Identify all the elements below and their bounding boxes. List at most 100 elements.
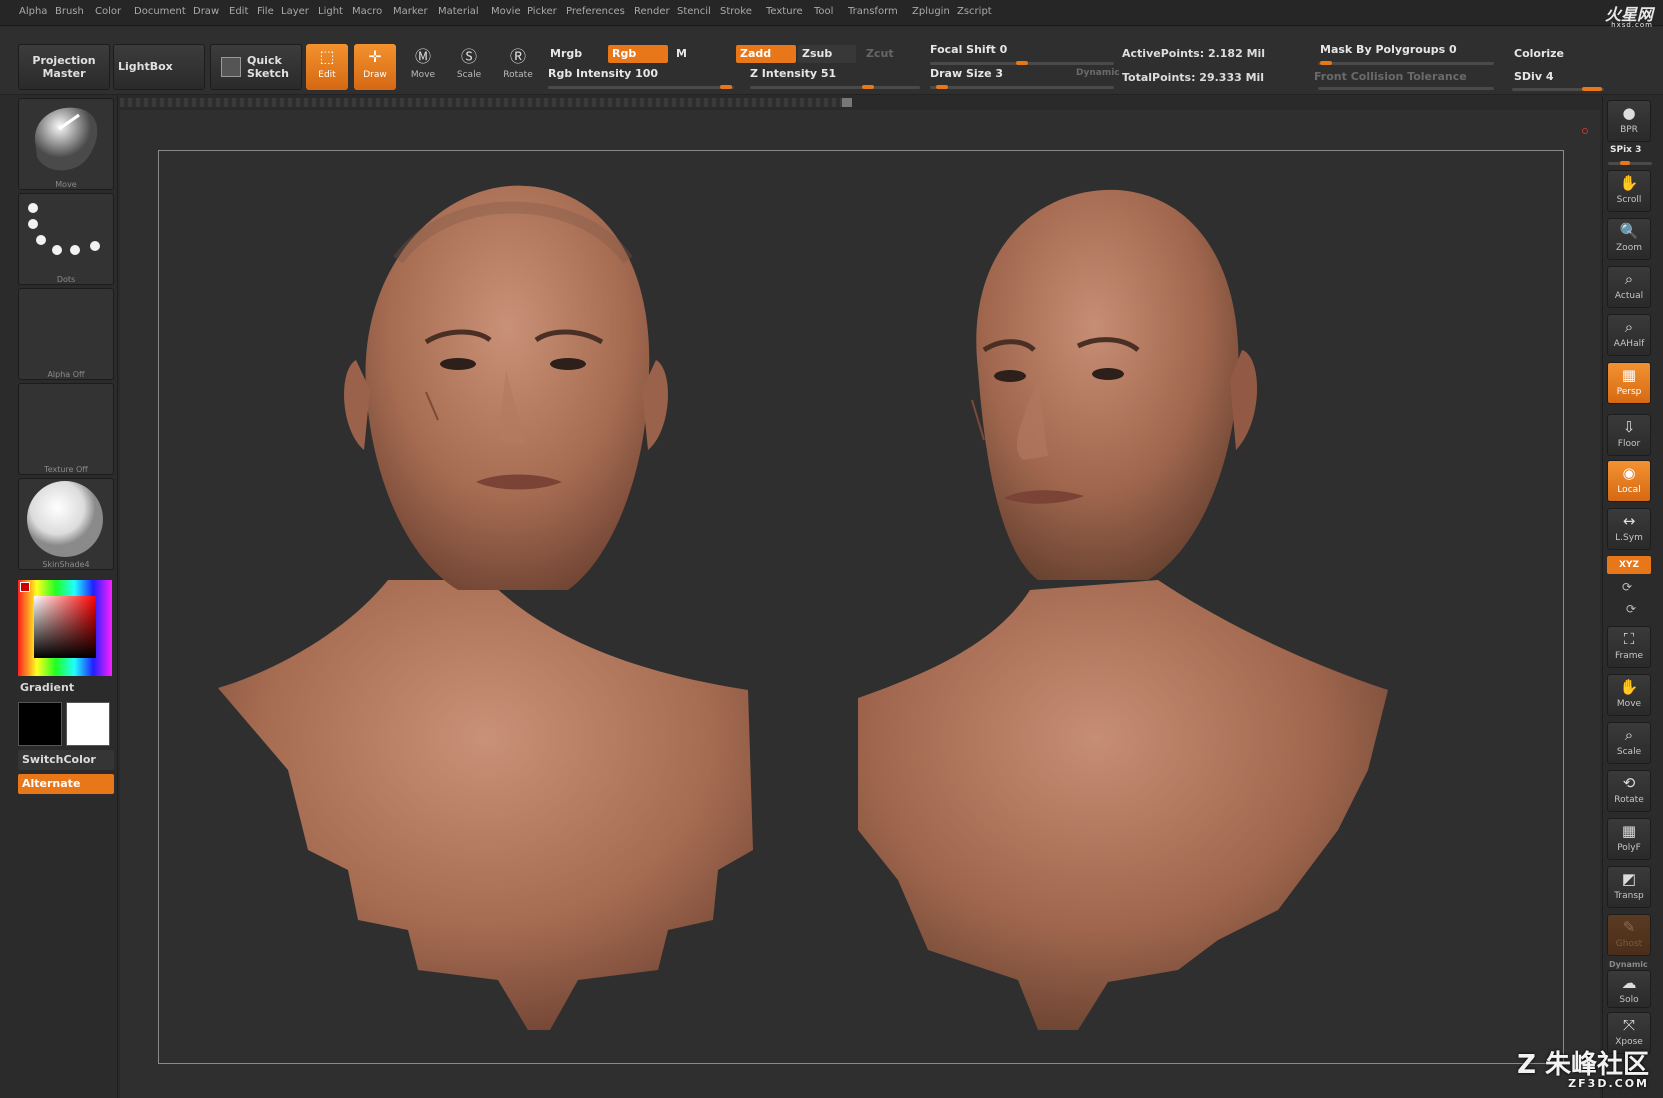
xyz-toggle[interactable]: XYZ (1607, 556, 1651, 574)
main-color-swatch[interactable] (18, 702, 62, 746)
lightbox-label: LightBox (118, 60, 173, 73)
rgb-toggle[interactable]: Rgb (608, 45, 668, 63)
mrgb-toggle[interactable]: Mrgb (546, 45, 606, 63)
lightbox-button[interactable]: LightBox (113, 44, 205, 90)
color-picker-square[interactable] (34, 596, 96, 658)
bpr-button[interactable]: ● BPR (1607, 100, 1651, 142)
material-thumbnail[interactable]: SkinShade4 (18, 478, 114, 570)
menu-draw[interactable]: Draw (193, 6, 219, 17)
scroll-button[interactable]: ✋ Scroll (1607, 170, 1651, 212)
menu-stencil[interactable]: Stencil (677, 6, 711, 17)
aahalf-button[interactable]: ⌕ AAHalf (1607, 314, 1651, 356)
menu-light[interactable]: Light (318, 6, 343, 17)
spix-handle[interactable] (1620, 161, 1630, 165)
frame-button[interactable]: ⛶ Frame (1607, 626, 1651, 668)
menu-zscript[interactable]: Zscript (957, 6, 992, 17)
sdiv-handle[interactable] (1582, 87, 1602, 91)
alternate-button[interactable]: Alternate (18, 774, 114, 794)
canvas-marker-dot (1582, 128, 1588, 134)
polyf-icon: ▦ (1621, 822, 1637, 840)
draw-size-label: Draw Size 3 (930, 67, 1004, 80)
edit-button[interactable]: ⬚ Edit (306, 44, 348, 90)
colorize-label[interactable]: Colorize (1514, 47, 1564, 60)
local-button[interactable]: ◉ Local (1607, 460, 1651, 502)
rotate-z-icon[interactable]: ⟳ (1626, 602, 1636, 616)
draw-icon: ✛ (368, 47, 382, 66)
primary-color-swatch[interactable] (20, 582, 30, 592)
menu-tool[interactable]: Tool (814, 6, 833, 17)
gradient-label[interactable]: Gradient (20, 681, 74, 694)
z-intensity-handle[interactable] (862, 85, 874, 89)
menu-color[interactable]: Color (95, 6, 121, 17)
toolbar-resize-handle[interactable] (842, 98, 852, 107)
rotate-y-icon[interactable]: ⟳ (1622, 580, 1632, 594)
quick-sketch-button[interactable]: Quick Sketch (210, 44, 302, 90)
texture-thumbnail[interactable]: Texture Off (18, 383, 114, 475)
move-view-button[interactable]: ✋ Move (1607, 674, 1651, 716)
rgb-intensity-slider[interactable] (548, 86, 734, 89)
dynamic-label[interactable]: Dynamic (1076, 68, 1120, 78)
zsub-toggle[interactable]: Zsub (798, 45, 856, 63)
bpr-icon: ● (1622, 104, 1636, 122)
solo-icon: ☁ (1621, 974, 1637, 992)
texture-caption: Texture Off (44, 465, 88, 474)
secondary-color-swatch[interactable] (66, 702, 110, 746)
move-tool-button[interactable]: Ⓜ Move (402, 44, 444, 90)
draw-button[interactable]: ✛ Draw (354, 44, 396, 90)
z-intensity-slider[interactable] (750, 86, 920, 89)
zoom-button[interactable]: 🔍 Zoom (1607, 218, 1651, 260)
mask-by-polygroups-slider[interactable] (1318, 62, 1494, 65)
focal-shift-handle[interactable] (1016, 61, 1028, 65)
rotate-tool-button[interactable]: Ⓡ Rotate (497, 44, 539, 90)
menu-picker[interactable]: Picker (527, 6, 557, 17)
menu-file[interactable]: File (257, 6, 274, 17)
polyf-button[interactable]: ▦ PolyF (1607, 818, 1651, 860)
stroke-thumbnail[interactable]: Dots (18, 193, 114, 285)
menu-movie[interactable]: Movie (491, 6, 521, 17)
scale-tool-button[interactable]: Ⓢ Scale (448, 44, 490, 90)
menu-alpha[interactable]: Alpha (19, 6, 47, 17)
alpha-thumbnail[interactable]: Alpha Off (18, 288, 114, 380)
solo-button[interactable]: ☁ Solo (1607, 970, 1651, 1008)
menu-texture[interactable]: Texture (766, 6, 803, 17)
menu-document[interactable]: Document (134, 6, 186, 17)
menu-marker[interactable]: Marker (393, 6, 428, 17)
menu-macro[interactable]: Macro (352, 6, 382, 17)
draw-size-handle[interactable] (936, 85, 948, 89)
persp-button[interactable]: ▦ Persp (1607, 362, 1651, 404)
menu-render[interactable]: Render (634, 6, 670, 17)
spix-label: SPix 3 (1610, 145, 1642, 155)
actual-button[interactable]: ⌕ Actual (1607, 266, 1651, 308)
rotate-view-label: Rotate (1614, 795, 1644, 805)
menu-brush[interactable]: Brush (55, 6, 84, 17)
lsym-button[interactable]: ↔ L.Sym (1607, 508, 1651, 550)
z-intensity-label: Z Intensity 51 (750, 67, 837, 80)
menu-material[interactable]: Material (438, 6, 479, 17)
menu-transform[interactable]: Transform (848, 6, 898, 17)
color-picker[interactable] (18, 580, 112, 676)
menu-edit[interactable]: Edit (229, 6, 248, 17)
mask-by-polygroups-handle[interactable] (1320, 61, 1332, 65)
transp-button[interactable]: ◩ Transp (1607, 866, 1651, 908)
projection-master-button[interactable]: Projection Master (18, 44, 110, 90)
draw-size-slider[interactable] (930, 86, 1114, 89)
scale-view-button[interactable]: ⌕ Scale (1607, 722, 1651, 764)
model-views[interactable] (158, 150, 1564, 1064)
ghost-button[interactable]: ✎ Ghost (1607, 914, 1651, 956)
m-toggle[interactable]: M (672, 45, 732, 63)
zcut-toggle[interactable]: Zcut (862, 45, 918, 63)
brush-thumbnail[interactable]: Move (18, 98, 114, 190)
front-collision-tolerance-slider[interactable] (1318, 87, 1494, 90)
watermark-logo: Z 朱峰社区 ZF3D.COM (1517, 1044, 1649, 1090)
menu-zplugin[interactable]: Zplugin (912, 6, 950, 17)
zadd-toggle[interactable]: Zadd (736, 45, 796, 63)
spix-slider[interactable] (1608, 162, 1652, 165)
menu-layer[interactable]: Layer (281, 6, 309, 17)
rgb-intensity-handle[interactable] (720, 85, 732, 89)
floor-button[interactable]: ⇩ Floor (1607, 414, 1651, 456)
toolbar-resize-strip[interactable] (120, 98, 850, 107)
rotate-view-button[interactable]: ⟲ Rotate (1607, 770, 1651, 812)
menu-stroke[interactable]: Stroke (720, 6, 752, 17)
switch-color-button[interactable]: SwitchColor (18, 750, 114, 770)
menu-preferences[interactable]: Preferences (566, 6, 625, 17)
